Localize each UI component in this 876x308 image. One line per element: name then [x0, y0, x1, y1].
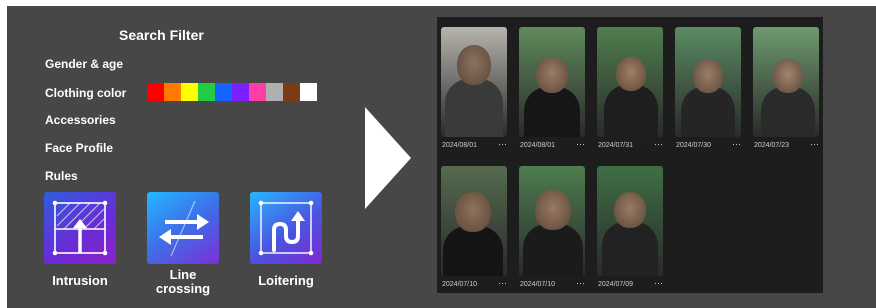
rule-loitering-button[interactable] — [250, 192, 322, 264]
filter-face-profile[interactable]: Face Profile — [45, 141, 113, 155]
result-thumbnail[interactable] — [519, 27, 585, 137]
line-crossing-icon — [159, 200, 209, 257]
person-face — [616, 57, 646, 91]
thumbnail-caption: 2024/08/01 ··· — [519, 139, 589, 152]
more-options-icon[interactable]: ··· — [732, 139, 741, 149]
person-face — [535, 190, 571, 230]
result-thumbnail[interactable] — [753, 27, 819, 137]
result-thumbnail[interactable] — [519, 166, 585, 276]
person-body — [523, 224, 583, 276]
thumbnail-date: 2024/07/09 — [598, 281, 634, 288]
intrusion-icon — [52, 200, 108, 256]
person-body — [443, 226, 503, 276]
more-options-icon[interactable]: ··· — [498, 278, 507, 288]
person-body — [604, 85, 658, 137]
search-results-panel: 2024/08/01 ··· 2024/08/01 ··· 2024/07/31 ··· 2… — [437, 17, 823, 293]
person-body — [445, 79, 503, 137]
loitering-icon — [258, 200, 314, 256]
thumbnail-date: 2024/08/01 — [520, 142, 556, 149]
more-options-icon[interactable]: ··· — [810, 139, 819, 149]
person-body — [524, 87, 580, 137]
thumbnail-caption: 2024/07/23 ··· — [753, 139, 823, 152]
rule-line-crossing-label-line1: Line — [169, 267, 197, 282]
person-body — [602, 222, 658, 276]
rule-line-crossing-label-line2: crossing — [155, 281, 211, 296]
person-face — [536, 57, 568, 93]
result-thumbnail[interactable] — [441, 27, 507, 137]
more-options-icon[interactable]: ··· — [654, 139, 663, 149]
thumbnail-caption: 2024/07/10 ··· — [441, 278, 511, 291]
thumbnail-date: 2024/07/23 — [754, 142, 790, 149]
person-face — [614, 192, 646, 228]
rule-line-crossing-button[interactable] — [147, 192, 219, 264]
color-swatch-0[interactable] — [147, 83, 164, 101]
thumbnail-caption: 2024/07/10 ··· — [519, 278, 589, 291]
person-body — [761, 87, 815, 137]
more-options-icon[interactable]: ··· — [654, 278, 663, 288]
result-thumbnail[interactable] — [597, 27, 663, 137]
rule-line-crossing-label: Line crossing — [147, 268, 219, 296]
more-options-icon[interactable]: ··· — [498, 139, 507, 149]
thumbnail-date: 2024/07/10 — [442, 281, 478, 288]
result-thumbnail[interactable] — [597, 166, 663, 276]
more-options-icon[interactable]: ··· — [576, 278, 585, 288]
thumbnail-date: 2024/07/10 — [520, 281, 556, 288]
filter-rules: Rules — [45, 169, 78, 183]
filter-gender-age[interactable]: Gender & age — [45, 57, 123, 71]
right-arrow-icon — [365, 107, 411, 209]
filter-clothing-color[interactable]: Clothing color — [45, 86, 126, 100]
color-swatch-5[interactable] — [232, 83, 249, 101]
search-filter-title: Search Filter — [119, 27, 204, 43]
thumbnail-date: 2024/07/30 — [676, 142, 712, 149]
rule-intrusion-button[interactable] — [44, 192, 116, 264]
color-swatch-8[interactable] — [283, 83, 300, 101]
color-swatch-6[interactable] — [249, 83, 266, 101]
thumbnail-caption: 2024/08/01 ··· — [441, 139, 511, 152]
thumbnail-caption: 2024/07/09 ··· — [597, 278, 667, 291]
thumbnail-date: 2024/07/31 — [598, 142, 634, 149]
result-thumbnail[interactable] — [441, 166, 507, 276]
clothing-color-palette — [147, 83, 317, 101]
color-swatch-7[interactable] — [266, 83, 283, 101]
rule-intrusion-label: Intrusion — [52, 273, 108, 288]
color-swatch-2[interactable] — [181, 83, 198, 101]
person-face — [773, 59, 803, 93]
thumbnail-date: 2024/08/01 — [442, 142, 478, 149]
person-body — [681, 87, 735, 137]
color-swatch-9[interactable] — [300, 83, 317, 101]
color-swatch-1[interactable] — [164, 83, 181, 101]
result-thumbnail[interactable] — [675, 27, 741, 137]
rule-loitering-label: Loitering — [258, 273, 314, 288]
person-face — [457, 45, 491, 85]
color-swatch-4[interactable] — [215, 83, 232, 101]
thumbnail-caption: 2024/07/30 ··· — [675, 139, 745, 152]
stage: Search Filter Gender & age Clothing colo… — [7, 6, 876, 308]
color-swatch-3[interactable] — [198, 83, 215, 101]
person-face — [693, 59, 723, 93]
thumbnail-caption: 2024/07/31 ··· — [597, 139, 667, 152]
more-options-icon[interactable]: ··· — [576, 139, 585, 149]
filter-accessories[interactable]: Accessories — [45, 113, 116, 127]
person-face — [455, 192, 491, 232]
